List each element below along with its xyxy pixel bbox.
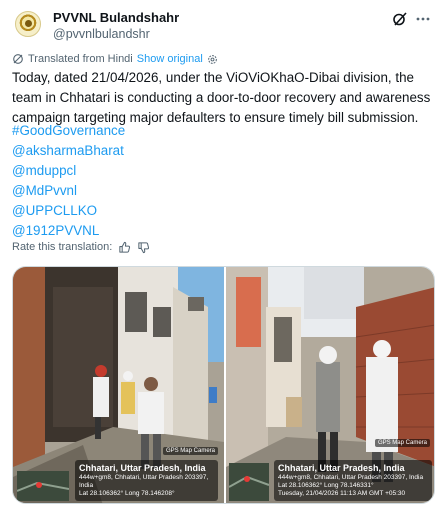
translation-bar: Translated from Hindi Show original <box>12 51 218 67</box>
mention-link[interactable]: @1912PVVNL <box>12 221 312 241</box>
gps-map-thumbnail <box>229 463 269 501</box>
gps-latlong: Lat 28.106362° Long 78.146208° <box>79 490 175 497</box>
show-original-link[interactable]: Show original <box>137 53 203 65</box>
account-handle[interactable]: @pvvnlbulandshr <box>53 27 150 41</box>
gear-icon[interactable] <box>207 54 218 65</box>
mention-link[interactable]: @MdPvvnl <box>12 181 312 201</box>
account-name[interactable]: PVVNL Bulandshahr <box>53 10 179 25</box>
thumbs-up-icon[interactable] <box>118 241 131 254</box>
translation-label: Translated from Hindi <box>28 53 133 65</box>
mention-link[interactable]: @aksharmaBharat <box>12 141 312 161</box>
gps-latlong: Lat 28.106362° Long 78.146331° <box>278 482 374 489</box>
gps-timestamp: Tuesday, 21/04/2026 11:13 AM GMT +05:30 <box>278 490 406 497</box>
mention-link[interactable]: @mduppcl <box>12 161 312 181</box>
media-grid: GPS Map Camera Chhatari, Uttar Pradesh, … <box>12 266 435 504</box>
more-horizontal-icon[interactable] <box>415 11 431 27</box>
photo-left[interactable]: GPS Map Camera Chhatari, Uttar Pradesh, … <box>13 267 224 503</box>
gps-map-thumbnail <box>17 471 69 501</box>
tweet-text: Today, dated 21/04/2026, under the ViOVi… <box>12 70 431 125</box>
account-avatar[interactable] <box>15 11 41 37</box>
gps-camera-label: GPS Map Camera <box>374 439 430 447</box>
mention-link[interactable]: @UPPCLLKO <box>12 201 312 221</box>
gps-address: 444w+gm8, Chhatari, Uttar Pradesh 203397… <box>79 474 209 489</box>
gps-place: Chhatari, Uttar Pradesh, India <box>278 463 405 473</box>
rate-label: Rate this translation: <box>12 241 113 253</box>
gps-camera-label: GPS Map Camera <box>162 447 218 455</box>
gps-place: Chhatari, Uttar Pradesh, India <box>79 463 206 473</box>
grok-slash-icon[interactable] <box>392 11 408 27</box>
tweet-header: PVVNL Bulandshahr @pvvnlbulandshr <box>12 8 433 44</box>
gps-address: 444w+gm8, Chhatari, Uttar Pradesh 203397… <box>278 474 424 481</box>
hashtag-list: #GoodGovernance @aksharmaBharat @mduppcl… <box>12 121 312 241</box>
hashtag-link[interactable]: #GoodGovernance <box>12 121 312 141</box>
photo-right[interactable]: GPS Map Camera Chhatari, Uttar Pradesh, … <box>226 267 434 503</box>
thumbs-down-icon[interactable] <box>137 241 150 254</box>
translate-icon <box>13 54 23 64</box>
rate-translation: Rate this translation: <box>12 239 150 255</box>
